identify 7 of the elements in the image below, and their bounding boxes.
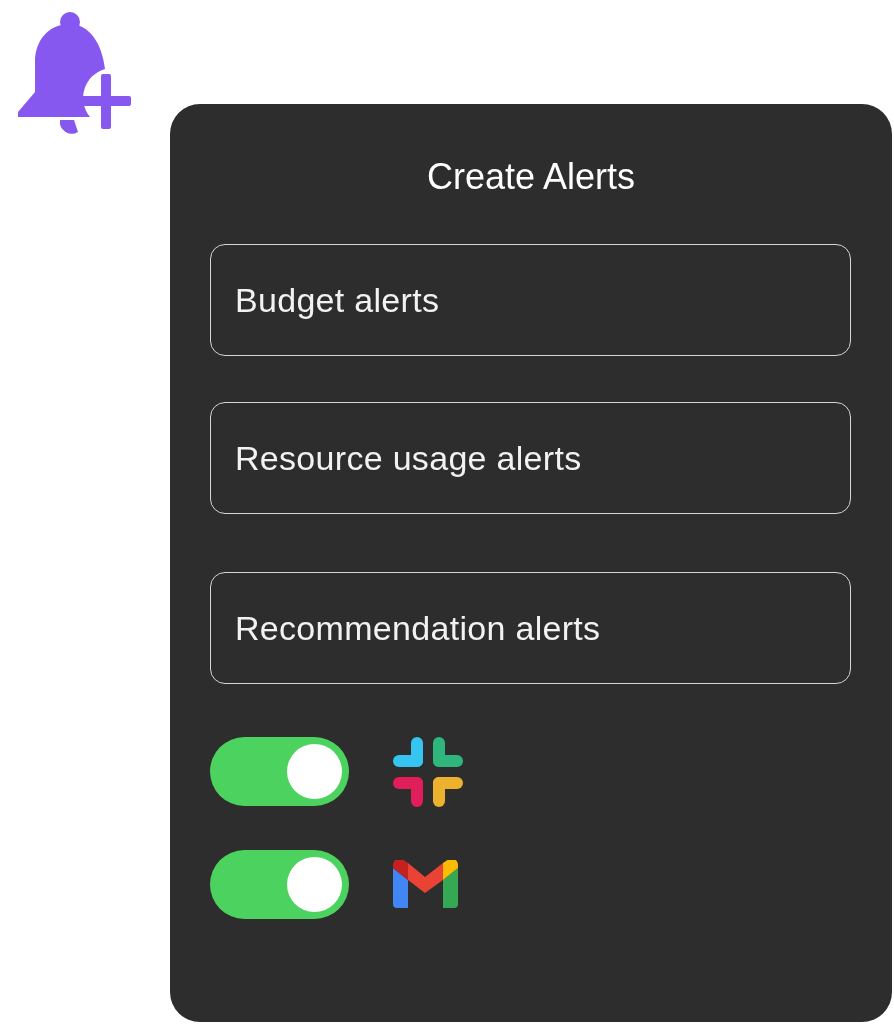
card-title: Create Alerts [425,155,637,199]
add-alert-bell-icon [18,12,131,136]
alert-option-button[interactable]: Resource usage alerts [210,402,851,514]
alert-option-button[interactable]: Budget alerts [210,244,851,356]
letter-m-icon [393,859,458,910]
alert-option-button[interactable]: Recommendation alerts [210,572,851,684]
hash-logo-icon [393,736,463,807]
